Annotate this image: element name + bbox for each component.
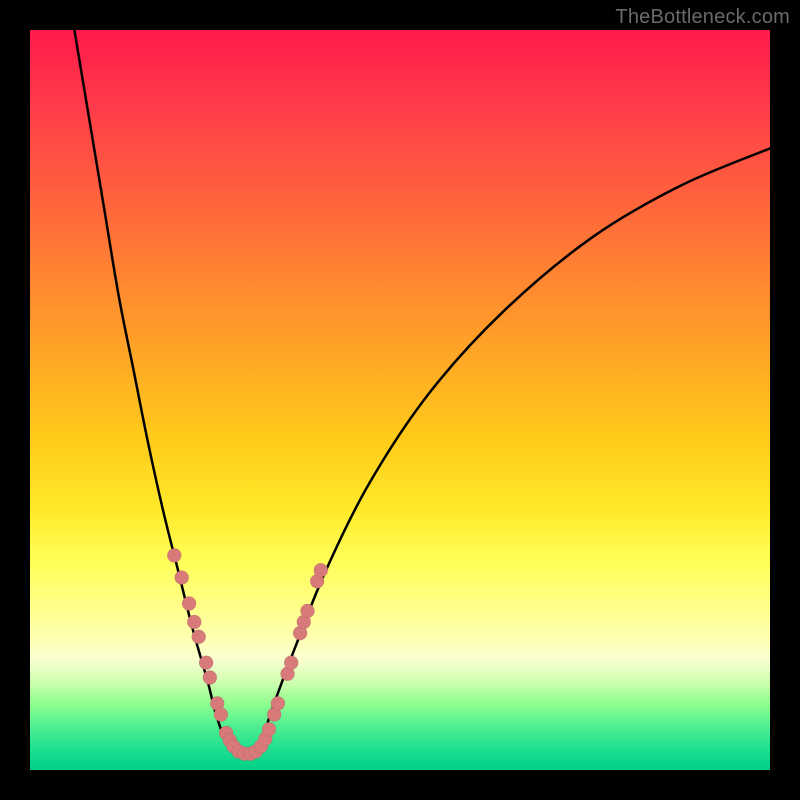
curve-left <box>74 30 229 748</box>
data-point <box>254 739 268 753</box>
data-point <box>223 733 237 747</box>
data-point <box>210 696 224 710</box>
data-point <box>182 597 196 611</box>
data-point <box>293 626 307 640</box>
data-point <box>262 722 276 736</box>
chart-root: TheBottleneck.com <box>0 0 800 800</box>
data-point <box>297 615 311 629</box>
chart-svg <box>30 30 770 770</box>
data-point <box>244 747 258 761</box>
curve-bottom <box>230 748 260 755</box>
data-point <box>214 708 228 722</box>
data-point <box>219 726 233 740</box>
data-point <box>238 747 252 761</box>
data-point <box>314 563 328 577</box>
data-point <box>267 708 281 722</box>
data-point <box>281 667 295 681</box>
data-point <box>199 656 213 670</box>
plot-area <box>30 30 770 770</box>
data-point <box>175 571 189 585</box>
data-point <box>187 615 201 629</box>
data-point <box>284 656 298 670</box>
data-point <box>227 739 241 753</box>
data-dots <box>167 548 328 760</box>
data-point <box>203 671 217 685</box>
data-point <box>271 696 285 710</box>
data-point <box>167 548 181 562</box>
curve-right <box>259 148 770 747</box>
data-point <box>310 574 324 588</box>
data-point <box>249 745 263 759</box>
data-point <box>258 732 272 746</box>
data-point <box>301 604 315 618</box>
data-point <box>192 630 206 644</box>
watermark-text: TheBottleneck.com <box>615 6 790 29</box>
data-point <box>232 745 246 759</box>
